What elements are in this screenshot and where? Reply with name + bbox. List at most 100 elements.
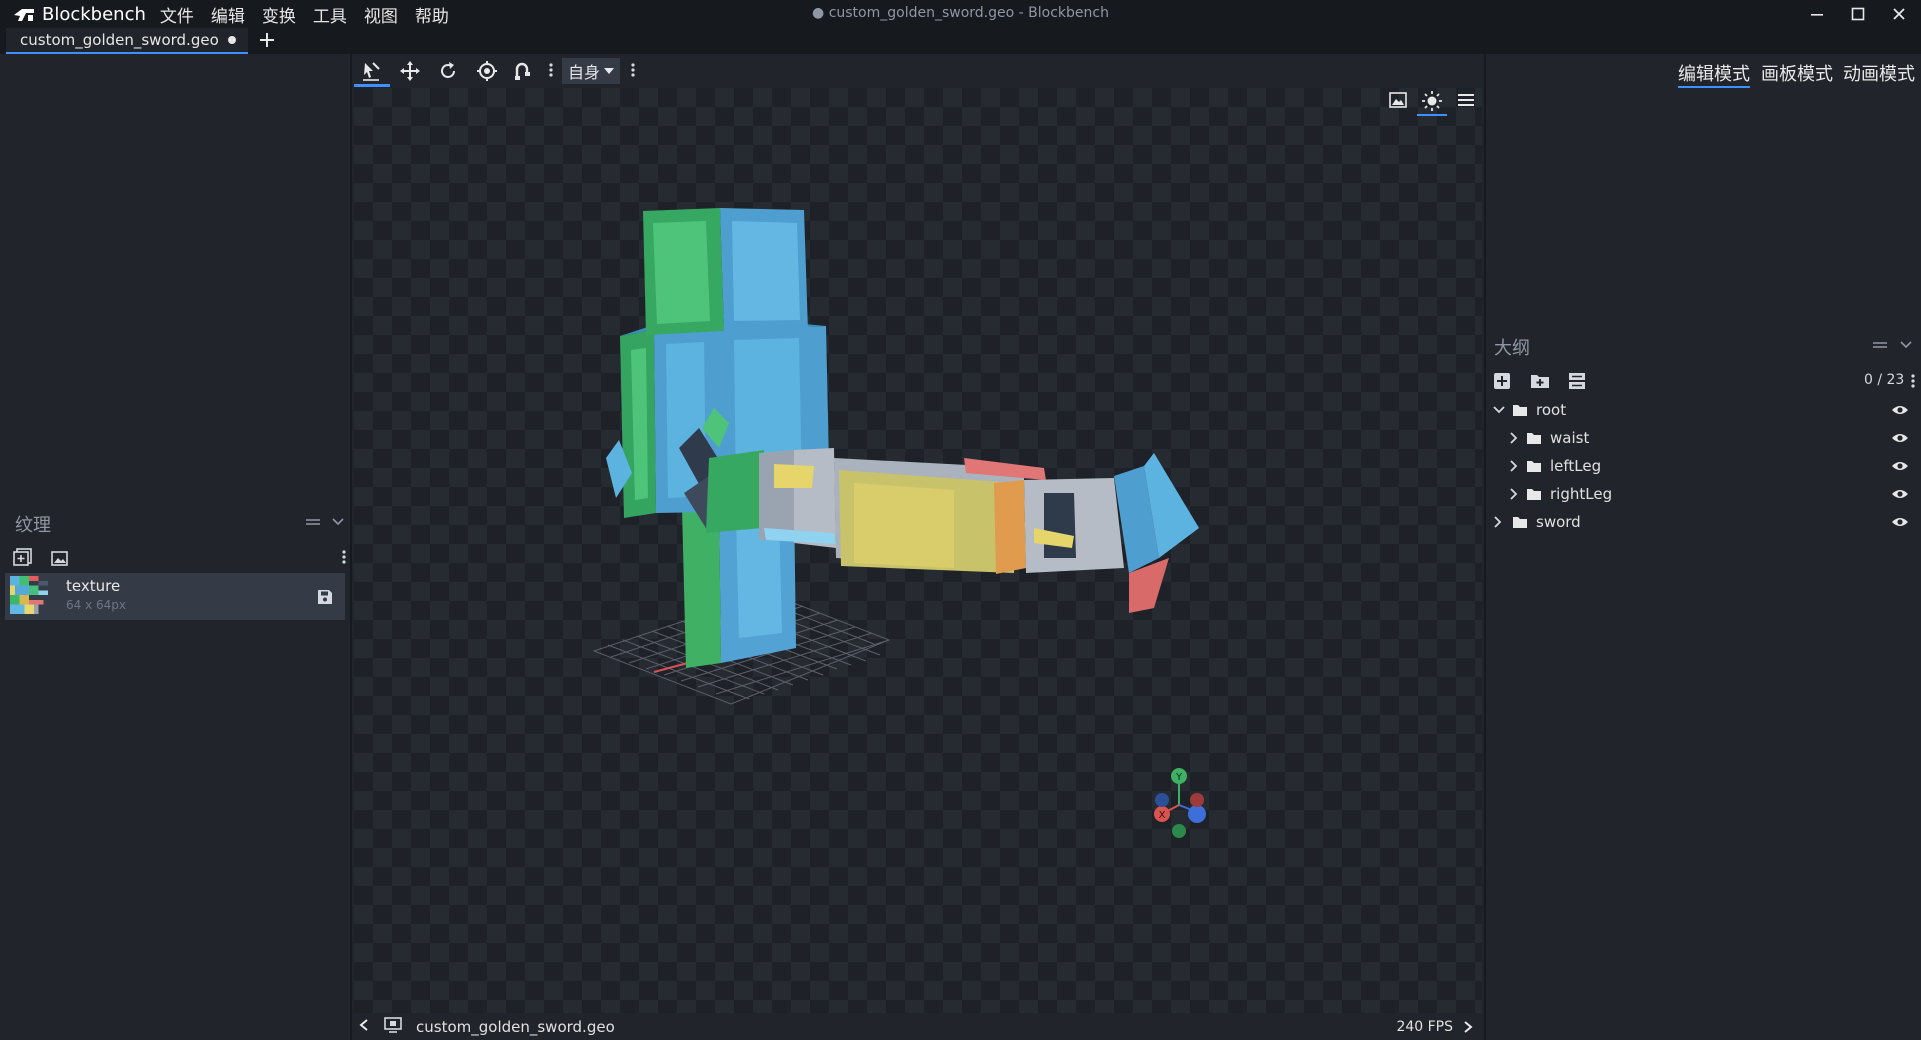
- folder-icon: [1527, 433, 1541, 444]
- tool-move-brush[interactable]: [356, 58, 386, 84]
- visibility-eye-icon[interactable]: [1891, 404, 1909, 416]
- folder-icon: [1527, 461, 1541, 472]
- folder-icon: [1513, 517, 1527, 528]
- transform-space-value: 自身: [567, 63, 600, 82]
- transform-space-select[interactable]: 自身: [562, 58, 620, 84]
- menu-edit[interactable]: 编辑: [211, 2, 245, 27]
- tool-vertex-snap[interactable]: [509, 58, 539, 84]
- menu-view[interactable]: 视图: [364, 2, 398, 27]
- 3d-viewport[interactable]: Y X: [354, 88, 1482, 1013]
- textures-panel-title: 纹理: [15, 515, 51, 536]
- gizmo-x-label: X: [1159, 810, 1166, 821]
- menu-tools[interactable]: 工具: [313, 2, 347, 27]
- next-arrow-icon[interactable]: [1462, 1020, 1474, 1038]
- tab-bar: [0, 28, 1921, 54]
- texture-thumbnail: [10, 576, 48, 614]
- import-texture-icon[interactable]: [13, 548, 33, 570]
- toolbar-overflow-icon[interactable]: [631, 62, 635, 82]
- menu-transform[interactable]: 变换: [262, 2, 296, 27]
- mode-animate[interactable]: 动画模式: [1843, 60, 1915, 86]
- tab-label: custom_golden_sword.geo: [20, 31, 219, 49]
- chevron-right-icon[interactable]: [1508, 459, 1520, 473]
- minimize-button[interactable]: [1802, 2, 1832, 26]
- title-bar: Blockbench 文件 编辑 变换 工具 视图 帮助 ● custom_go…: [0, 0, 1921, 28]
- background-image-icon[interactable]: [1389, 91, 1407, 113]
- outliner-row-waist[interactable]: waist: [1484, 424, 1921, 452]
- menu-file[interactable]: 文件: [160, 2, 194, 27]
- tool-pivot[interactable]: [472, 58, 502, 84]
- status-filename: custom_golden_sword.geo: [416, 1017, 615, 1036]
- texture-size: 64 x 64px: [66, 598, 126, 612]
- mode-paint[interactable]: 画板模式: [1761, 60, 1833, 86]
- unsaved-dot-icon[interactable]: [228, 36, 236, 44]
- vertex-snap-icon: [515, 62, 530, 80]
- chevron-right-icon[interactable]: [1508, 487, 1520, 501]
- mode-edit[interactable]: 编辑模式: [1678, 60, 1750, 88]
- status-bar: custom_golden_sword.geo 240 FPS: [354, 1013, 1482, 1040]
- lighting-toggle-icon[interactable]: [1417, 90, 1447, 116]
- chevron-down-icon[interactable]: [1492, 404, 1506, 416]
- outliner-row-root[interactable]: root: [1484, 396, 1921, 424]
- viewport-menu-icon[interactable]: [1457, 93, 1475, 111]
- outliner-row-sword[interactable]: sword: [1484, 508, 1921, 536]
- move-tool-icon: [363, 62, 380, 81]
- tool-move[interactable]: [395, 58, 425, 84]
- menu-help[interactable]: 帮助: [415, 2, 449, 27]
- gizmo-y-label: Y: [1175, 772, 1183, 783]
- tool-rotate[interactable]: [433, 58, 463, 84]
- outliner-item-label: root: [1536, 401, 1567, 419]
- visibility-eye-icon[interactable]: [1891, 488, 1909, 500]
- close-button[interactable]: [1884, 2, 1914, 26]
- outliner-menu-icon[interactable]: [1911, 373, 1915, 393]
- rotate-icon: [441, 62, 455, 78]
- add-group-icon[interactable]: [1530, 372, 1550, 394]
- outliner-item-label: waist: [1550, 429, 1590, 447]
- chevron-right-icon[interactable]: [1508, 431, 1520, 445]
- create-texture-icon[interactable]: [51, 549, 69, 571]
- outliner-item-label: leftLeg: [1550, 457, 1602, 475]
- previous-arrow-icon[interactable]: [358, 1018, 378, 1036]
- logo-icon: [14, 9, 34, 21]
- visibility-eye-icon[interactable]: [1891, 516, 1909, 528]
- outliner-row-leftleg[interactable]: leftLeg: [1484, 452, 1921, 480]
- model-file-icon: [384, 1016, 402, 1037]
- left-panel: [0, 54, 352, 1040]
- add-cube-icon[interactable]: [1493, 372, 1511, 394]
- maximize-button[interactable]: [1843, 2, 1873, 26]
- plus-icon: [260, 33, 274, 47]
- collapse-chevron-icon[interactable]: [331, 513, 345, 532]
- folder-icon: [1527, 489, 1541, 500]
- tab-custom-golden-sword[interactable]: custom_golden_sword.geo: [6, 28, 248, 54]
- caret-down-icon: [604, 68, 614, 74]
- app-name: Blockbench: [42, 3, 146, 25]
- visibility-eye-icon[interactable]: [1891, 460, 1909, 472]
- pivot-icon: [477, 61, 497, 81]
- panel-handle-icon[interactable]: [305, 513, 321, 532]
- chevron-right-icon[interactable]: [1492, 515, 1504, 529]
- selection-count: 0 / 23: [1864, 372, 1905, 388]
- head: [643, 208, 808, 335]
- collapse-groups-icon[interactable]: [1568, 372, 1586, 394]
- save-texture-icon[interactable]: [316, 588, 334, 610]
- arrows-move-icon: [400, 61, 420, 81]
- axis-gizmo: Y X: [1154, 768, 1206, 838]
- blockbench-logo: Blockbench: [0, 0, 160, 28]
- visibility-eye-icon[interactable]: [1891, 432, 1909, 444]
- outliner-item-label: rightLeg: [1550, 485, 1613, 503]
- minimize-icon: [1811, 14, 1823, 16]
- model-render: Y X: [592, 208, 1206, 838]
- texture-name: texture: [66, 577, 121, 595]
- outliner-row-rightleg[interactable]: rightLeg: [1484, 480, 1921, 508]
- texture-menu-icon[interactable]: [342, 549, 346, 569]
- outliner-item-label: sword: [1536, 513, 1581, 531]
- new-tab-button[interactable]: [256, 29, 278, 51]
- fps-counter: 240 FPS: [1396, 1018, 1453, 1035]
- texture-list-item[interactable]: [5, 573, 345, 620]
- close-icon: [1893, 8, 1905, 20]
- collapse-chevron-icon[interactable]: [1899, 339, 1913, 355]
- active-tool-indicator: [354, 84, 390, 87]
- right-panel: [1484, 54, 1921, 1040]
- folder-icon: [1513, 405, 1527, 416]
- toolbar-menu-icon[interactable]: [549, 62, 553, 82]
- panel-handle-icon[interactable]: [1872, 339, 1888, 355]
